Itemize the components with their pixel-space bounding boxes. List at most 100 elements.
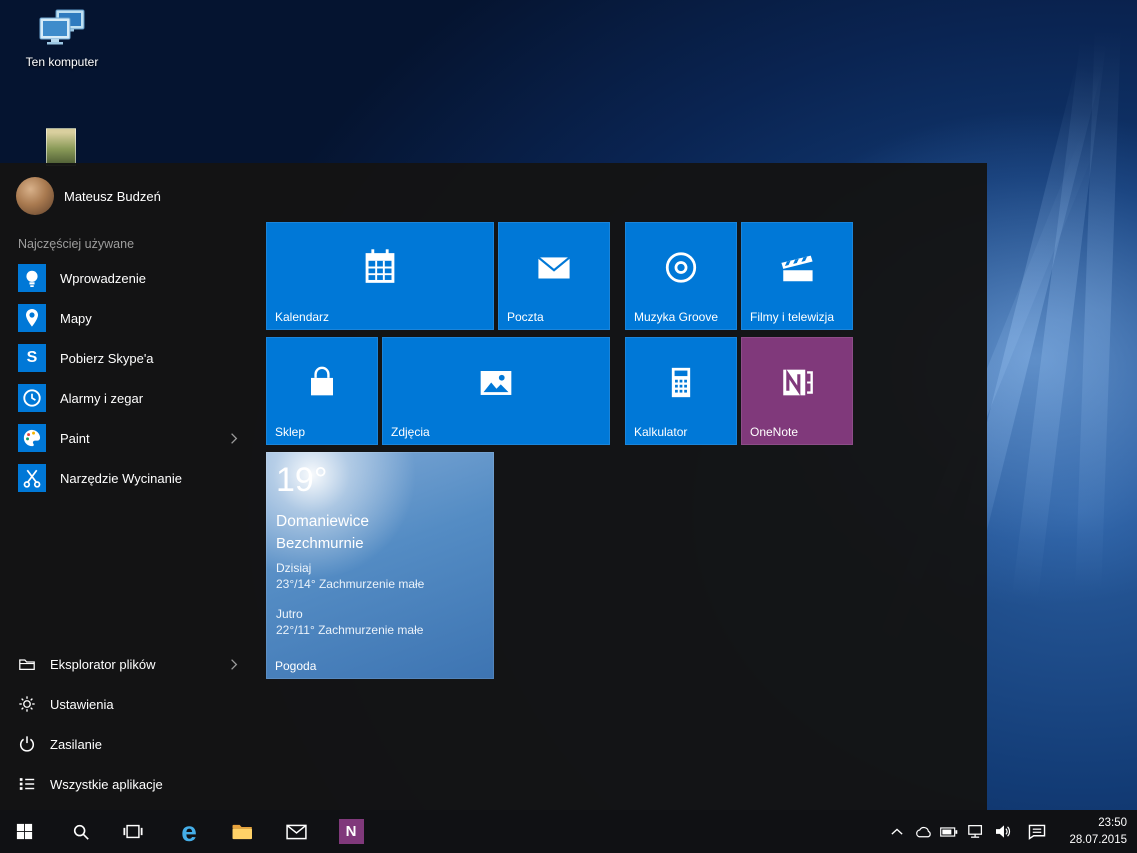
search-button[interactable] [59,810,103,853]
cloud-icon [914,825,933,839]
tile-kalkulator[interactable]: Kalkulator [625,337,737,445]
network-icon [967,824,985,839]
user-avatar [16,177,54,215]
taskbar: e N [0,810,1137,853]
action-center-button[interactable] [1022,810,1052,853]
all-apps-icon [18,775,36,793]
menu-item-mapy[interactable]: Mapy [0,298,252,338]
tile-label: Zdjęcia [391,425,430,439]
taskbar-clock[interactable]: 23:50 28.07.2015 [1051,810,1133,853]
menu-item-label: Wprowadzenie [60,271,146,286]
weather-location: Domaniewice [276,513,484,531]
tile-onenote[interactable]: OneNote [741,337,853,445]
chevron-right-icon[interactable] [230,432,238,445]
desktop-icon-this-pc[interactable]: Ten komputer [24,8,100,69]
chevron-right-icon[interactable] [230,658,238,671]
skype-glyph: S [27,349,38,367]
tray-battery[interactable] [936,810,962,853]
tile-label: Pogoda [275,659,316,673]
menu-item-label: Eksplorator plików [50,657,156,672]
menu-item-skype[interactable]: S Pobierz Skype'a [0,338,252,378]
weather-tomorrow-label: Jutro [276,607,484,621]
weather-tomorrow-forecast: 22°/11° Zachmurzenie małe [276,623,484,637]
weather-today-label: Dzisiaj [276,561,484,575]
action-center-icon [1028,824,1046,840]
most-used-list: Wprowadzenie Mapy S Pobierz Skype'a Alar… [0,258,252,498]
screen: Ten komputer Mateusz Budzeń Najczęściej … [0,0,1137,853]
user-profile[interactable]: Mateusz Budzeń [16,177,161,215]
file-explorer-icon [18,655,36,673]
search-icon [72,823,90,841]
calendar-icon [357,244,403,295]
tile-kalendarz[interactable]: Kalendarz [266,222,494,330]
task-view-icon [123,823,143,840]
alarms-icon [18,384,46,412]
tray-network[interactable] [963,810,989,853]
menu-item-label: Mapy [60,311,92,326]
tile-label: Poczta [507,310,544,324]
onenote-icon [775,360,819,409]
desktop-icon-label: Ten komputer [26,55,99,69]
tile-muzyka-groove[interactable]: Muzyka Groove [625,222,737,330]
onenote-button[interactable]: N [329,810,373,853]
menu-item-ustawienia[interactable]: Ustawienia [0,684,252,724]
menu-item-label: Alarmy i zegar [60,391,143,406]
power-icon [18,735,36,753]
speaker-icon [995,824,1012,839]
mail-button[interactable] [274,810,318,853]
weather-today-forecast: 23°/14° Zachmurzenie małe [276,577,484,591]
file-explorer-button[interactable] [220,810,264,853]
chevron-up-icon [891,828,903,836]
menu-item-label: Paint [60,431,90,446]
edge-icon: e [181,818,197,846]
tile-label: Kalkulator [634,425,687,439]
windows-logo-icon [16,823,33,840]
photos-icon [473,359,519,410]
weather-temp: 19° [276,460,484,501]
system-links-list: Eksplorator plików [0,644,252,804]
tray-volume[interactable] [990,810,1016,853]
start-button[interactable] [0,810,48,853]
weather-condition: Bezchmurnie [276,535,484,552]
battery-icon [940,827,958,837]
tile-pogoda[interactable]: 19° Domaniewice Bezchmurnie Dzisiaj 23°/… [266,452,494,679]
menu-item-wszystkie-aplikacje[interactable]: Wszystkie aplikacje [0,764,252,804]
tile-label: OneNote [750,425,798,439]
tile-poczta[interactable]: Poczta [498,222,610,330]
edge-button[interactable]: e [167,810,211,853]
menu-item-label: Narzędzie Wycinanie [60,471,182,486]
groove-music-icon [659,245,703,294]
skype-icon: S [18,344,46,372]
get-started-icon [18,264,46,292]
menu-item-wprowadzenie[interactable]: Wprowadzenie [0,258,252,298]
tile-zdjecia[interactable]: Zdjęcia [382,337,610,445]
task-view-button[interactable] [111,810,155,853]
tile-label: Muzyka Groove [634,310,718,324]
clock-date: 28.07.2015 [1069,832,1127,848]
folder-icon [231,822,254,841]
menu-item-alarmy[interactable]: Alarmy i zegar [0,378,252,418]
maps-icon [18,304,46,332]
tile-label: Kalendarz [275,310,329,324]
desktop-icon-photo-file[interactable] [46,128,76,166]
menu-item-paint[interactable]: Paint [0,418,252,458]
menu-item-label: Pobierz Skype'a [60,351,154,366]
menu-item-eksplorator[interactable]: Eksplorator plików [0,644,252,684]
menu-item-label: Wszystkie aplikacje [50,777,163,792]
tile-sklep[interactable]: Sklep [266,337,378,445]
menu-item-label: Zasilanie [50,737,102,752]
mail-icon [532,245,576,294]
start-menu: Mateusz Budzeń Najczęściej używane Wprow… [0,163,987,810]
menu-item-label: Ustawienia [50,697,114,712]
tile-label: Sklep [275,425,305,439]
calculator-icon [659,360,703,409]
settings-gear-icon [18,695,36,713]
tray-onedrive[interactable] [910,810,936,853]
tile-filmy-i-telewizja[interactable]: Filmy i telewizja [741,222,853,330]
tray-chevron-up[interactable] [884,810,910,853]
menu-item-zasilanie[interactable]: Zasilanie [0,724,252,764]
this-pc-icon [36,8,88,52]
menu-item-narzedzie-wycinanie[interactable]: Narzędzie Wycinanie [0,458,252,498]
onenote-icon: N [339,819,364,844]
tile-label: Filmy i telewizja [750,310,834,324]
